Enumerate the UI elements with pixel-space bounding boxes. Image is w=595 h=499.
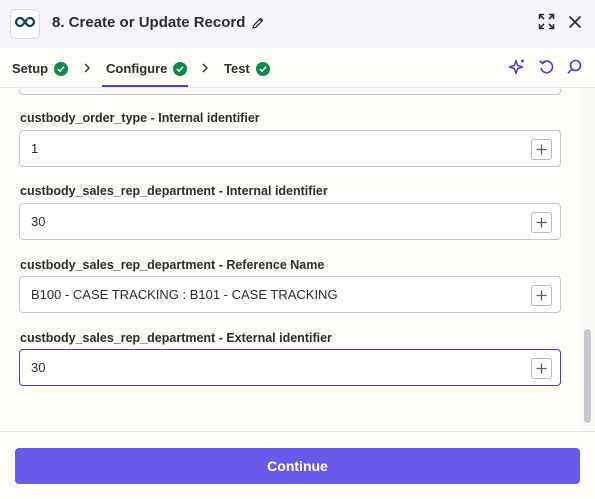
pencil-icon[interactable] [251,16,265,30]
active-tab-indicator [102,85,188,87]
vertical-scrollbar[interactable] [580,89,595,431]
step-tabs: Setup Configure Test [0,48,595,88]
field-label: custbody_sales_rep_department - External… [20,331,332,345]
field-value: 30 [31,214,46,229]
order-type-internal-id-input[interactable]: 1 [19,130,561,167]
ai-assist-button[interactable] [508,58,526,81]
tab-setup[interactable]: Setup [12,61,69,76]
sparkle-icon [508,58,526,81]
check-circle-icon [173,61,188,76]
insert-data-button[interactable] [531,139,552,160]
field-label: custbody_sales_rep_department - Referenc… [20,258,325,272]
close-button[interactable] [566,15,584,33]
plus-icon [536,363,547,374]
tab-configure[interactable]: Configure [106,61,188,76]
previous-field-input[interactable] [19,89,561,95]
sales-rep-dept-external-id-input[interactable]: 30 [19,349,561,386]
infinity-logo-icon [14,15,36,33]
insert-data-button[interactable] [531,212,552,233]
tab-test[interactable]: Test [224,61,270,76]
scrollbar-thumb[interactable] [584,329,591,423]
chevron-right-icon [84,63,90,73]
undo-icon [538,58,555,80]
modal-header: 8. Create or Update Record [0,0,595,48]
field-label: custbody_sales_rep_department - Internal… [20,184,328,198]
tab-setup-label: Setup [12,61,49,76]
modal-footer: Continue [0,431,595,499]
field-label: custbody_order_type - Internal identifie… [20,111,260,125]
tab-configure-label: Configure [106,61,168,76]
undo-button[interactable] [537,60,555,78]
tab-test-label: Test [224,61,250,76]
form-content: custbody_order_type - Internal identifie… [0,89,580,431]
plus-icon [536,290,547,301]
app-logo [10,9,40,39]
search-button[interactable] [565,58,583,80]
expand-button[interactable] [537,13,555,35]
sales-rep-dept-internal-id-input[interactable]: 30 [19,203,561,240]
field-value: 1 [31,141,39,156]
insert-data-button[interactable] [531,358,552,379]
continue-button[interactable]: Continue [15,448,580,484]
step-title: 8. Create or Update Record [52,14,265,31]
field-value: B100 - CASE TRACKING : B101 - CASE TRACK… [31,287,338,302]
sales-rep-dept-reference-name-input[interactable]: B100 - CASE TRACKING : B101 - CASE TRACK… [19,276,561,313]
plus-icon [536,217,547,228]
expand-icon [538,13,555,35]
plus-icon [536,144,547,155]
check-circle-icon [255,61,270,76]
close-icon [568,15,582,34]
insert-data-button[interactable] [531,285,552,306]
step-title-text: 8. Create or Update Record [52,14,246,31]
search-icon [566,58,583,80]
field-value: 30 [31,360,46,375]
check-circle-icon [54,61,69,76]
chevron-right-icon [202,63,208,73]
